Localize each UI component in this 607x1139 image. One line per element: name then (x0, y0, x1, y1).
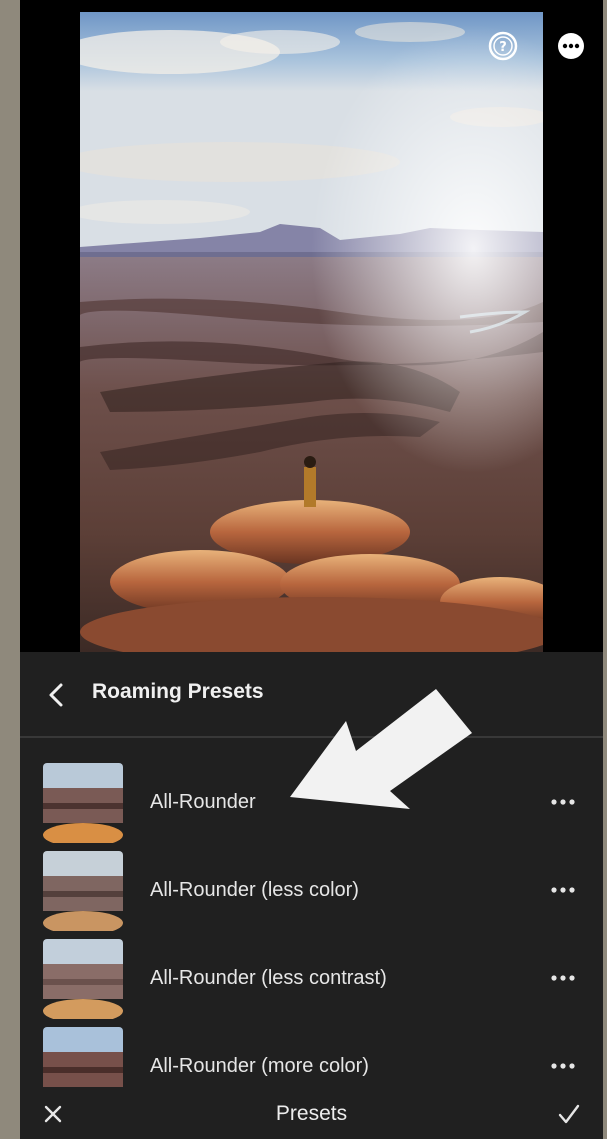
preset-row[interactable]: All-Rounder (less contrast) (20, 914, 603, 1019)
preset-thumbnail (43, 1027, 123, 1087)
preset-row[interactable]: All-Rounder (more color) (20, 1002, 603, 1087)
app-screen: ? Roaming Presets All-Rounder All-Rounde… (20, 0, 603, 1139)
more-horizontal-icon[interactable] (548, 795, 578, 809)
preset-label: All-Rounder (150, 791, 256, 813)
photo-preview[interactable] (80, 12, 543, 652)
preset-label: All-Rounder (less contrast) (150, 967, 387, 989)
check-icon[interactable] (557, 1102, 581, 1126)
help-circle-icon[interactable]: ? (488, 31, 518, 61)
more-horizontal-icon[interactable] (556, 31, 586, 61)
chevron-left-icon[interactable] (44, 681, 68, 709)
preset-list: All-Rounder All-Rounder (less color) All… (20, 738, 603, 1087)
panel-header: Roaming Presets (20, 652, 603, 738)
preset-row[interactable]: All-Rounder (20, 738, 603, 843)
preset-label: All-Rounder (less color) (150, 879, 359, 901)
photo-canvas: ? (20, 0, 603, 652)
bottom-bar: Presets (20, 1087, 603, 1139)
bottom-title: Presets (275, 1102, 348, 1125)
svg-text:?: ? (499, 40, 507, 55)
panel-title: Roaming Presets (92, 680, 264, 703)
preset-row[interactable]: All-Rounder (less color) (20, 826, 603, 931)
presets-panel: Roaming Presets All-Rounder All-Rounder … (20, 652, 603, 1139)
more-horizontal-icon[interactable] (548, 883, 578, 897)
preset-label: All-Rounder (more color) (150, 1055, 369, 1077)
more-horizontal-icon[interactable] (548, 1059, 578, 1073)
more-horizontal-icon[interactable] (548, 971, 578, 985)
